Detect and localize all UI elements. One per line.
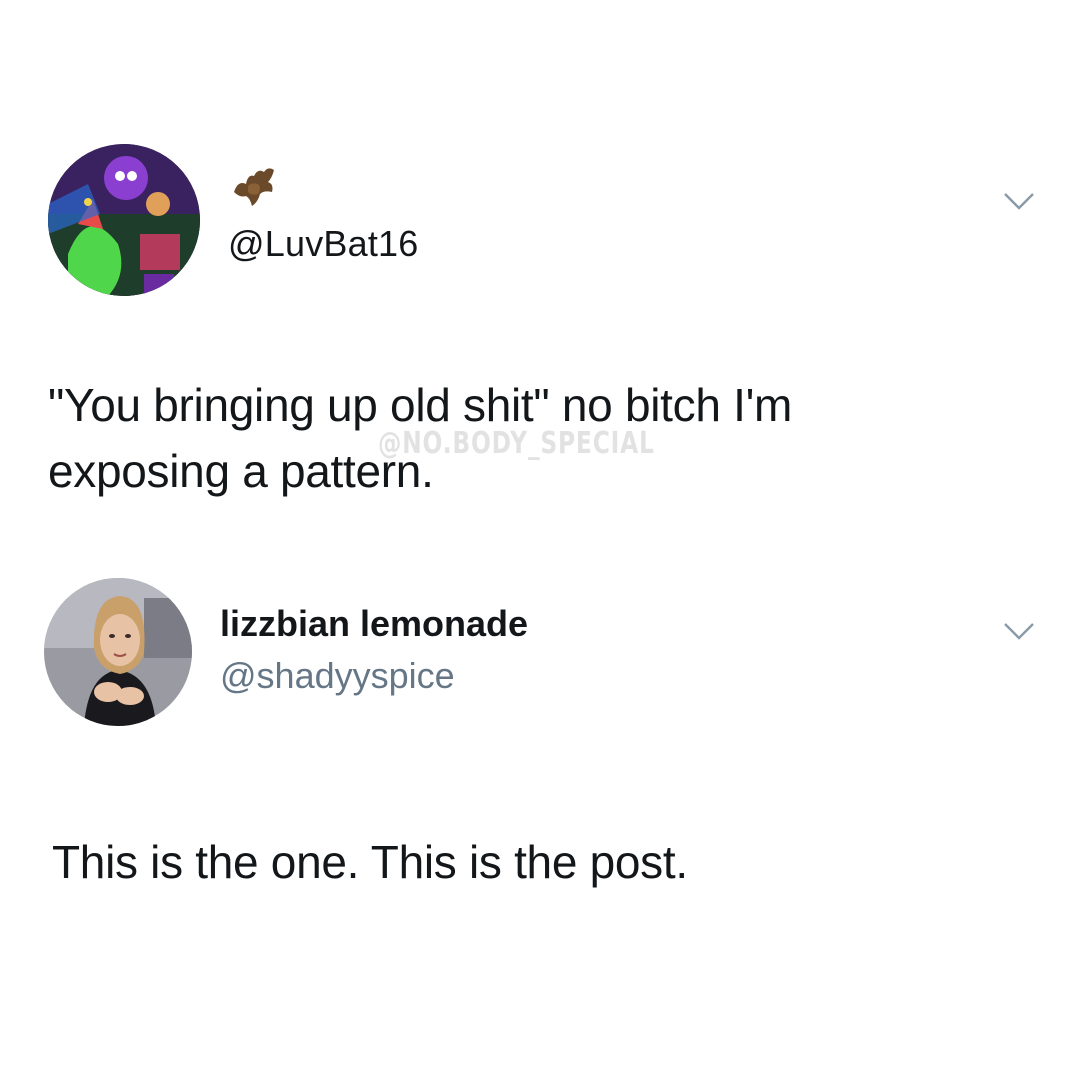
username-handle[interactable]: @shadyyspice — [220, 654, 455, 698]
avatar-image — [44, 578, 192, 726]
bat-icon — [234, 168, 274, 206]
username-handle[interactable]: @LuvBat16 — [228, 222, 418, 266]
tweet-text: This is the one. This is the post. — [52, 836, 688, 888]
avatar-image — [48, 144, 200, 296]
chevron-down-icon[interactable] — [1002, 620, 1036, 642]
chevron-down-icon[interactable] — [1002, 190, 1036, 212]
avatar[interactable] — [44, 578, 192, 726]
watermark: @NO.BODY_SPECIAL — [378, 426, 655, 461]
display-name[interactable]: lizzbian lemonade — [220, 602, 528, 646]
avatar[interactable] — [48, 144, 200, 296]
